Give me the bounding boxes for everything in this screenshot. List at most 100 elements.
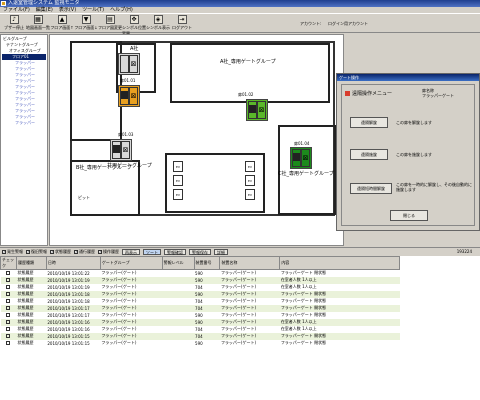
col-datetime[interactable]: 日時 bbox=[45, 256, 101, 270]
remote-lock-button[interactable]: 遠隔施錠 bbox=[350, 149, 388, 160]
close-x-icon: ⊠ bbox=[129, 87, 138, 105]
remote-unlock-button[interactable]: 遠隔解錠 bbox=[350, 117, 388, 128]
remote-operation-dialog: ゲート操作 遠隔操作メニュー 扉名称 フラッパーゲート 遠隔解錠 この扉を解錠しま… bbox=[336, 73, 480, 231]
table-row[interactable]: 状態履歴 2010/10/19 13:01:16 フラッパー(ゲート) 704 フラッパ… bbox=[0, 325, 400, 333]
floor-up-button[interactable]: ▲ フロア画面↑ bbox=[50, 14, 74, 33]
table-cell: フラッパー(ゲート) bbox=[219, 339, 280, 347]
row-checkbox[interactable] bbox=[0, 339, 17, 347]
col-type[interactable]: 履歴種類 bbox=[15, 256, 47, 270]
operation-icon bbox=[345, 91, 350, 96]
table-cell: 704 bbox=[194, 283, 220, 291]
table-row[interactable]: 状態履歴 2010/10/19 13:01:22 フラッパー(ゲート) 590 フラッパ… bbox=[0, 269, 400, 277]
table-cell: 2010/10/19 13:01:22 bbox=[46, 269, 101, 277]
gate-symbol[interactable]: ⊠ bbox=[290, 147, 312, 169]
gate-id-label: 扉01.02 bbox=[238, 92, 254, 97]
col-check[interactable]: チェック bbox=[0, 256, 17, 270]
col-device-name[interactable]: 装置名称 bbox=[219, 256, 281, 270]
filter-recover-check[interactable]: ✓ 復旧警報 bbox=[26, 249, 47, 255]
filter-status-check[interactable]: ✓ 状態履歴 bbox=[50, 249, 71, 255]
floor-change-button[interactable]: ▤ フロア図変更 bbox=[98, 14, 122, 33]
elevator: EV bbox=[173, 161, 183, 172]
row-checkbox[interactable] bbox=[0, 332, 17, 340]
table-cell: 状態履歴 bbox=[16, 290, 47, 298]
table-row[interactable]: 状態履歴 2010/10/19 13:01:15 フラッパー(ゲート) 590 フラッパ… bbox=[0, 339, 400, 347]
close-button[interactable]: 閉じる bbox=[390, 210, 428, 221]
col-alarm-level[interactable]: 警報レベル bbox=[161, 256, 195, 270]
table-cell: 2010/10/19 13:01:15 bbox=[46, 339, 101, 347]
row-checkbox[interactable] bbox=[0, 290, 17, 298]
gate-symbol[interactable]: ⊠ bbox=[246, 99, 268, 121]
row-checkbox[interactable] bbox=[0, 276, 17, 284]
table-row[interactable]: 状態履歴 2010/10/19 13:01:19 フラッパー(ゲート) 704 フラッパ… bbox=[0, 283, 400, 291]
filter-passage-check[interactable]: ✓ 通行履歴 bbox=[74, 249, 95, 255]
buzzer-stop-button[interactable]: ♪ ブザー停止 bbox=[2, 14, 26, 33]
row-checkbox[interactable] bbox=[0, 297, 17, 305]
table-row[interactable]: 状態履歴 2010/10/19 13:01:19 フラッパー(ゲート) 590 フラッパ… bbox=[0, 276, 400, 284]
table-cell: フラッパー(ゲート) bbox=[100, 325, 163, 333]
elevator: EV bbox=[173, 189, 183, 200]
sort-button[interactable]: ソート bbox=[143, 248, 161, 255]
table-cell: 590 bbox=[194, 269, 220, 277]
table-cell: 704 bbox=[194, 332, 220, 340]
gate-symbol[interactable]: ⊠ bbox=[118, 53, 140, 75]
table-cell: フラッパー(ゲート) bbox=[100, 283, 163, 291]
group-tree[interactable]: ビルグループ テナントグループ オフィスグループ フロア01 フラッパー フラッ… bbox=[0, 34, 48, 246]
logout-button[interactable]: ⇥ ログアウト bbox=[170, 14, 194, 33]
elevator: EV bbox=[245, 189, 255, 200]
table-cell: フラッパー(ゲート) bbox=[100, 297, 163, 305]
empty-row bbox=[0, 346, 400, 354]
table-row[interactable]: 状態履歴 2010/10/19 13:01:16 フラッパー(ゲート) 590 フラッパ… bbox=[0, 318, 400, 326]
table-cell: フラッパー(ゲート) bbox=[219, 290, 280, 298]
table-cell: 在室者人数 1人以上 bbox=[279, 325, 400, 333]
filter-alarm-check[interactable]: ✓ 発生警報 bbox=[2, 249, 23, 255]
refresh-button[interactable]: 再表示 bbox=[122, 248, 140, 255]
table-cell: フラッパー(ゲート) bbox=[100, 339, 163, 347]
symbol-show-button[interactable]: ◈ シンボル表示 bbox=[146, 14, 170, 33]
row-checkbox[interactable] bbox=[0, 325, 17, 333]
tree-item[interactable]: フラッパー bbox=[2, 120, 46, 126]
detail-button[interactable]: 詳細 bbox=[214, 248, 228, 255]
row-checkbox[interactable] bbox=[0, 283, 17, 291]
table-cell bbox=[162, 290, 195, 298]
symbol-move-button[interactable]: ✥シンボル位置変更 bbox=[122, 14, 146, 36]
table-row[interactable]: 状態履歴 2010/10/19 13:01:18 フラッパー(ゲート) 704 フラッパ… bbox=[0, 297, 400, 305]
table-cell: フラッパー(ゲート) bbox=[100, 290, 163, 298]
row-checkbox[interactable] bbox=[0, 304, 17, 312]
table-row[interactable]: 状態履歴 2010/10/19 13:01:17 フラッパー(ゲート) 590 フラッパ… bbox=[0, 311, 400, 319]
table-row[interactable]: 状態履歴 2010/10/19 13:01:15 フラッパー(ゲート) 704 フラッパ… bbox=[0, 332, 400, 340]
row-checkbox[interactable] bbox=[0, 269, 17, 277]
remote-temp-unlock-desc: この扉を一時的に解錠し、その後自動的に施錠します bbox=[396, 182, 472, 192]
move-icon: ✥ bbox=[129, 15, 139, 24]
table-cell: 2010/10/19 13:01:17 bbox=[46, 311, 101, 319]
floor-down-button[interactable]: ▼ フロア画面↓ bbox=[74, 14, 98, 33]
table-cell: フラッパーゲート 閉状態 bbox=[279, 297, 400, 305]
table-cell: フラッパー(ゲート) bbox=[219, 332, 280, 340]
close-x-icon: ⊠ bbox=[257, 101, 266, 119]
col-gate-group[interactable]: ゲートグループ bbox=[99, 256, 163, 270]
alarm-save-button[interactable]: 警報保存 bbox=[189, 248, 211, 255]
row-checkbox[interactable] bbox=[0, 318, 17, 326]
group-c-label: C社_専用ゲートグループ bbox=[278, 171, 334, 177]
filter-bar: ✓ 発生警報 ✓ 復旧警報 ✓ 状態履歴 ✓ 通行履歴 ✓ 操作履歴 再表示 ソート 警報… bbox=[0, 247, 480, 255]
col-content[interactable]: 内容 bbox=[279, 256, 400, 270]
gate-symbol[interactable]: ⊠ bbox=[110, 139, 132, 161]
empty-row bbox=[0, 353, 400, 361]
table-cell: フラッパー(ゲート) bbox=[219, 304, 280, 312]
remote-temp-unlock-button[interactable]: 遠隔短時間解錠 bbox=[350, 183, 392, 194]
gate-id-label: 扉01.01 bbox=[120, 78, 136, 83]
group-common-label: 共用ゲートグループ bbox=[107, 163, 152, 169]
table-row[interactable]: 状態履歴 2010/10/19 13:01:18 フラッパー(ゲート) 590 フラッパ… bbox=[0, 290, 400, 298]
table-cell: 在室者人数 1人以上 bbox=[279, 318, 400, 326]
record-count: 193224 bbox=[456, 249, 472, 254]
table-cell: フラッパー(ゲート) bbox=[100, 276, 163, 284]
app-icon bbox=[1, 1, 6, 6]
alarm-confirm-button[interactable]: 警報確認 bbox=[164, 248, 186, 255]
gate-symbol[interactable]: ⊠ bbox=[118, 85, 140, 107]
table-cell bbox=[162, 297, 195, 305]
row-checkbox[interactable] bbox=[0, 311, 17, 319]
col-device-no[interactable]: 装置番号 bbox=[193, 256, 221, 270]
filter-operation-check[interactable]: ✓ 操作履歴 bbox=[98, 249, 119, 255]
account-value: ログイン用アカウント bbox=[328, 21, 368, 26]
table-row[interactable]: 状態履歴 2010/10/19 13:01:17 フラッパー(ゲート) 704 フラッパ… bbox=[0, 304, 400, 312]
map-list-button[interactable]: ▦ 地図画面一覧 bbox=[26, 14, 50, 33]
